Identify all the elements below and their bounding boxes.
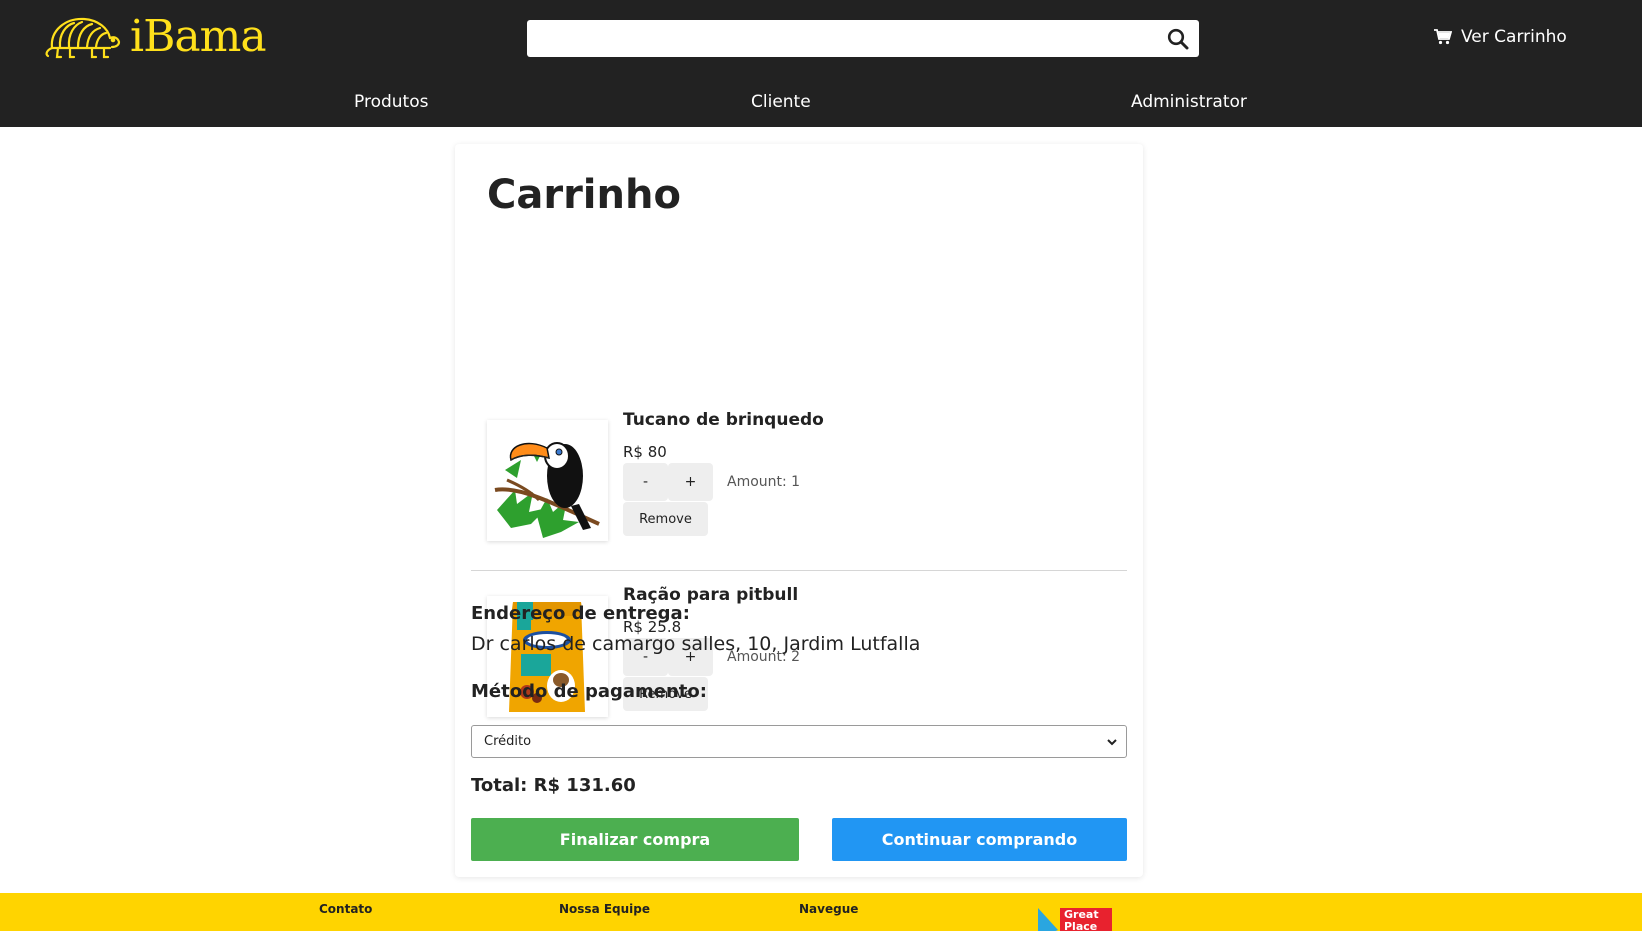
footer-heading-nossa-equipe: Nossa Equipe bbox=[559, 902, 651, 916]
address-label: Endereço de entrega: bbox=[471, 603, 690, 624]
cart-card: Carrinho Tucano de brinquedo R$ 80 - + A… bbox=[455, 144, 1143, 877]
cart-icon bbox=[1434, 29, 1452, 45]
view-cart-link[interactable]: Ver Carrinho bbox=[1434, 24, 1567, 50]
product-name: Ração para pitbull bbox=[623, 585, 799, 605]
nav-cliente[interactable]: Cliente bbox=[751, 92, 811, 112]
search-input[interactable] bbox=[527, 20, 1147, 57]
chevron-down-icon bbox=[1107, 739, 1117, 746]
search-icon bbox=[1167, 28, 1189, 50]
cart-item: Tucano de brinquedo R$ 80 - + Amount: 1 … bbox=[471, 396, 1127, 571]
cart-item: Ração para pitbull R$ 25.8 - + Amount: 2… bbox=[471, 571, 1127, 747]
footer: Contato Nossa Equipe Navegue Great Place bbox=[0, 893, 1642, 931]
remove-item-button[interactable]: Remove bbox=[623, 502, 708, 536]
badge-text-place: Place bbox=[1064, 920, 1098, 931]
great-place-to-work-badge: Great Place bbox=[1038, 908, 1114, 931]
footer-heading-navegue: Navegue bbox=[799, 902, 859, 916]
cart-total: Total: R$ 131.60 bbox=[471, 775, 636, 796]
product-name: Tucano de brinquedo bbox=[623, 410, 824, 430]
address-value: Dr carlos de camargo salles, 10, Jardim … bbox=[471, 633, 921, 655]
quantity-amount: Amount: 1 bbox=[727, 474, 801, 490]
armadillo-logo-icon bbox=[45, 17, 121, 59]
product-image-toucan bbox=[487, 420, 608, 541]
payment-method-selected: Crédito bbox=[484, 734, 532, 749]
nav-administrator[interactable]: Administrator bbox=[1131, 92, 1247, 112]
search-button[interactable] bbox=[1165, 26, 1191, 52]
footer-heading-contato: Contato bbox=[319, 902, 373, 916]
view-cart-label: Ver Carrinho bbox=[1461, 27, 1567, 47]
logo-text: iBama bbox=[130, 10, 267, 62]
continue-shopping-button[interactable]: Continuar comprando bbox=[832, 818, 1127, 861]
decrease-quantity-button[interactable]: - bbox=[623, 463, 668, 501]
search-bar bbox=[527, 20, 1199, 57]
increase-quantity-button[interactable]: + bbox=[668, 463, 713, 501]
payment-method-label: Método de pagamento: bbox=[471, 681, 707, 702]
nav-produtos[interactable]: Produtos bbox=[354, 92, 428, 112]
page-title: Carrinho bbox=[487, 172, 681, 218]
finish-purchase-button[interactable]: Finalizar compra bbox=[471, 818, 799, 861]
logo[interactable]: iBama bbox=[42, 8, 267, 64]
payment-method-select[interactable]: Crédito bbox=[471, 725, 1127, 758]
top-header: iBama Ver Carrinho Produtos Cliente Admi… bbox=[0, 0, 1642, 127]
product-price: R$ 80 bbox=[623, 443, 667, 461]
